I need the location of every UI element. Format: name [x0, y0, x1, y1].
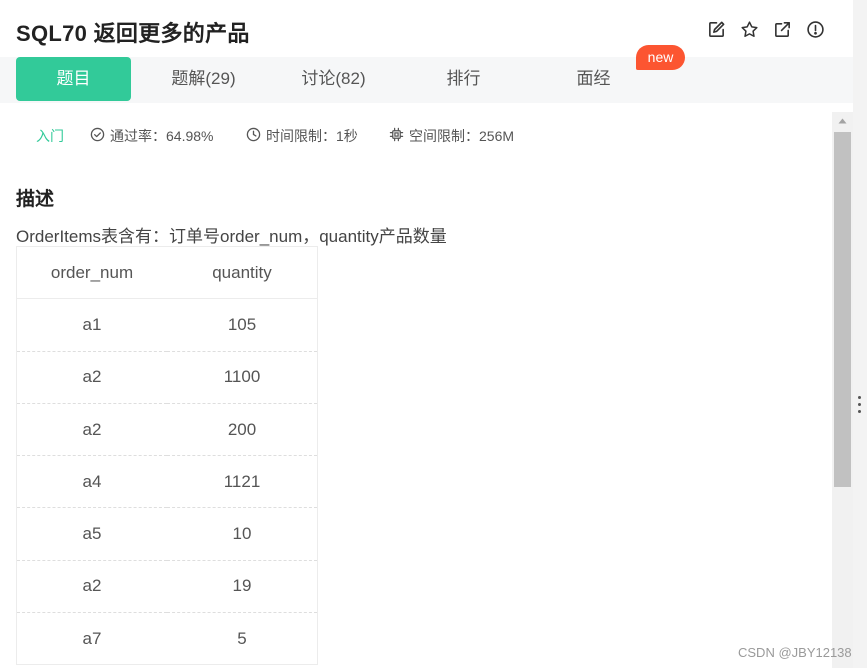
table-cell: a1 [16, 298, 167, 352]
table-cell: a7 [16, 612, 167, 666]
table-cell: a5 [16, 507, 167, 561]
time-limit-text: 时间限制：1秒 [266, 128, 358, 144]
watermark: CSDN @JBY12138 [738, 645, 852, 660]
vertical-scrollbar[interactable] [832, 112, 853, 668]
problem-title: SQL70 返回更多的产品 [16, 21, 250, 46]
table-row: a1 105 [16, 298, 318, 352]
table-row: a7 5 [16, 612, 318, 666]
table-cell: 200 [167, 403, 318, 457]
orderitems-table: order_num quantity a1 105 a2 1100 a2 200… [16, 246, 318, 666]
star-icon[interactable] [739, 19, 759, 39]
table-row: a5 10 [16, 507, 318, 561]
table-cell: 1100 [167, 351, 318, 404]
external-link-icon[interactable] [772, 19, 792, 39]
description-text: OrderItems表含有：订单号order_num，quantity产品数量 [16, 227, 447, 246]
chip-icon [389, 127, 409, 145]
table-cell: 19 [167, 560, 318, 614]
table-cell: a2 [16, 560, 167, 614]
info-icon[interactable] [805, 19, 825, 39]
table-row: a2 19 [16, 560, 318, 614]
table-row: a2 200 [16, 403, 318, 457]
table-cell: a2 [16, 403, 167, 457]
table-header-row: order_num quantity [16, 246, 318, 300]
tab-problem[interactable]: 题目 [16, 57, 131, 101]
check-circle-icon [90, 127, 110, 145]
new-badge: new [636, 45, 685, 70]
table-cell: a4 [16, 455, 167, 509]
tab-discussion[interactable]: 讨论(82) [276, 57, 391, 101]
description-heading: 描述 [16, 189, 55, 210]
tab-interview[interactable]: 面经 [536, 57, 651, 101]
column-header: quantity [167, 246, 318, 300]
table-cell: 105 [167, 298, 318, 352]
space-limit: 空间限制：256M [389, 126, 514, 146]
pass-rate: 通过率：64.98% [90, 126, 213, 146]
page-header: SQL70 返回更多的产品 [0, 0, 853, 58]
column-header: order_num [16, 246, 167, 300]
scrollbar-thumb[interactable] [834, 132, 851, 487]
edit-icon[interactable] [706, 19, 726, 39]
difficulty-level: 入门 [36, 126, 64, 146]
tab-solutions[interactable]: 题解(29) [146, 57, 261, 101]
pass-rate-text: 通过率：64.98% [110, 128, 214, 144]
table-row: a2 1100 [16, 351, 318, 404]
header-actions [706, 19, 825, 39]
scroll-up-arrow-icon[interactable] [832, 112, 853, 130]
time-limit: 时间限制：1秒 [246, 126, 358, 146]
table-cell: 10 [167, 507, 318, 561]
tab-bar: 题目 题解(29) 讨论(82) 排行 面经 [0, 57, 853, 103]
table-cell: 5 [167, 612, 318, 666]
table-row: a4 1121 [16, 455, 318, 509]
clock-icon [246, 127, 266, 145]
difficulty-label: 入门 [36, 128, 64, 144]
panel-divider [853, 0, 867, 668]
tab-ranking[interactable]: 排行 [406, 57, 521, 101]
table-cell: 1121 [167, 455, 318, 509]
drag-handle-icon[interactable] [858, 396, 862, 413]
table-cell: a2 [16, 351, 167, 404]
space-limit-text: 空间限制：256M [409, 128, 515, 144]
